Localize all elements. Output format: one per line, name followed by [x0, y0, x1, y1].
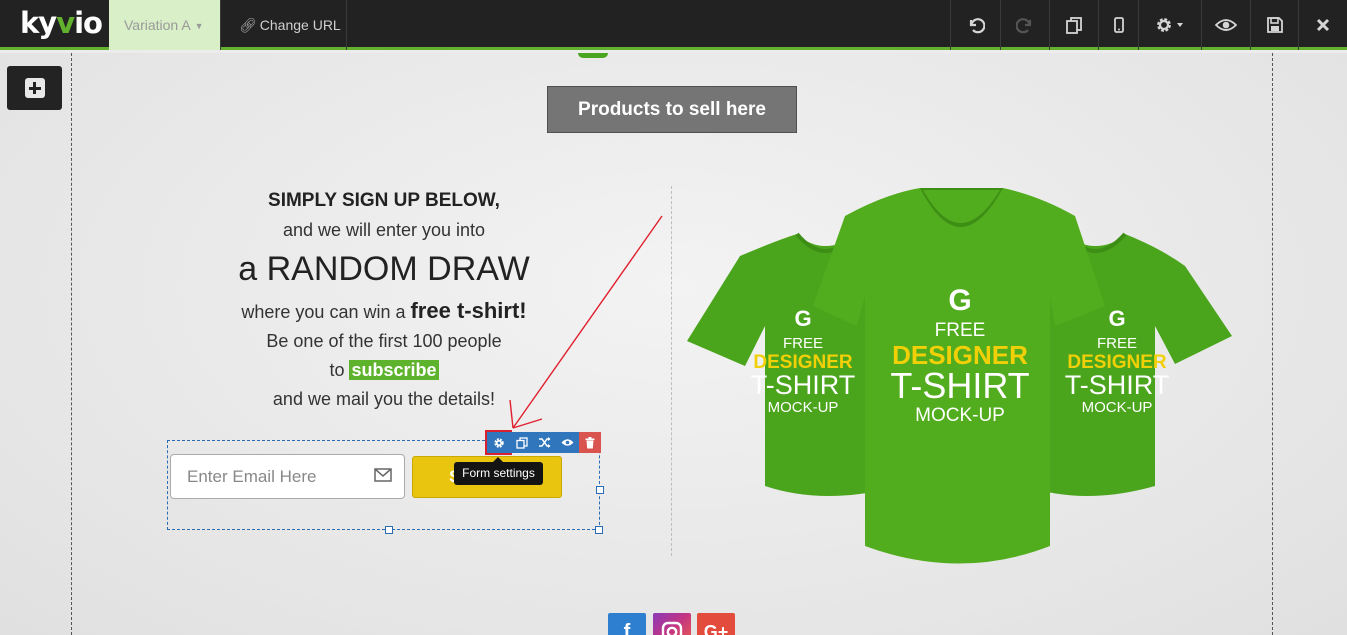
print-mockup-left: MOCK-UP [768, 399, 839, 416]
logo-text-v: v [56, 6, 75, 40]
copy-win-shirt[interactable]: where you can win a free t-shirt! [170, 298, 598, 324]
delete-element-button[interactable] [579, 432, 601, 453]
column-divider [671, 186, 672, 556]
shuffle-element-button[interactable] [533, 432, 556, 453]
right-print-logo-g: G [1108, 306, 1125, 331]
settings-icon [1157, 18, 1183, 32]
undo-button[interactable] [950, 0, 1000, 50]
save-button[interactable] [1250, 0, 1298, 50]
element-toolbar [485, 430, 601, 455]
duplicate-pages-icon [1066, 17, 1082, 34]
print-free-left: FREE [783, 335, 823, 352]
print-free: FREE [935, 320, 986, 341]
print-tshirt-left: T-SHIRT [751, 370, 856, 400]
resize-handle-right[interactable] [596, 486, 604, 494]
save-icon [1266, 17, 1283, 33]
google-plus-icon[interactable]: G+ [697, 613, 735, 635]
instagram-glyph [661, 621, 683, 635]
copy-icon [515, 436, 528, 449]
headline-sign-up[interactable]: SIMPLY SIGN UP BELOW, [170, 190, 598, 212]
change-url-button[interactable]: 🔗︎ Change URL [222, 0, 347, 50]
email-placeholder: Enter Email Here [187, 467, 317, 486]
logo-text-b: io [74, 6, 103, 40]
print-free-right: FREE [1097, 335, 1137, 352]
close-editor-button[interactable] [1298, 0, 1347, 50]
visibility-button[interactable] [556, 432, 579, 453]
email-input[interactable]: Enter Email Here [170, 454, 405, 499]
facebook-icon[interactable]: f [608, 613, 646, 635]
copy-enter-you[interactable]: and we will enter you into [170, 220, 598, 241]
copy-free-tshirt: free t-shirt! [410, 298, 527, 323]
resize-handle-bottom[interactable] [385, 526, 393, 534]
eye-icon [561, 439, 574, 446]
decorative-shape [578, 53, 608, 58]
envelope-icon [374, 468, 392, 482]
content-guide-left [71, 53, 72, 635]
headline-random-draw[interactable]: a RANDOM DRAW [170, 250, 598, 289]
copy-to: to [329, 360, 350, 380]
print-tshirt-right: T-SHIRT [1065, 370, 1170, 400]
content-guide-right [1272, 53, 1273, 635]
print-tshirt: T-SHIRT [890, 365, 1029, 406]
gear-icon [493, 437, 504, 448]
products-button[interactable]: Products to sell here [547, 86, 797, 133]
left-print-logo-g: G [794, 306, 811, 331]
instagram-icon[interactable] [653, 613, 691, 635]
change-url-label: Change URL [259, 17, 341, 33]
kyvio-logo[interactable]: kyvio [20, 6, 103, 40]
redo-button[interactable] [1000, 0, 1049, 50]
redo-icon [1016, 18, 1032, 34]
print-mockup: MOCK-UP [915, 405, 1005, 426]
copy-element-button[interactable] [510, 432, 533, 453]
copy-mail-details[interactable]: and we mail you the details! [170, 389, 598, 410]
print-mockup-right: MOCK-UP [1082, 399, 1153, 416]
form-settings-button[interactable] [485, 430, 512, 455]
copy-win-prefix: where you can win a [241, 302, 411, 322]
preview-eye-icon [1215, 19, 1237, 31]
trash-icon [585, 436, 595, 448]
subscribe-highlight: subscribe [349, 360, 439, 380]
copy-subscribe[interactable]: to subscribe [170, 360, 598, 381]
variation-dropdown[interactable]: Variation A ▼ [109, 0, 221, 50]
logo-text-a: ky [20, 6, 57, 40]
form-settings-tooltip: Form settings [454, 457, 543, 485]
plus-icon [24, 78, 45, 98]
variation-label: Variation A [124, 17, 191, 33]
page-settings-dropdown[interactable] [1138, 0, 1201, 50]
undo-icon [969, 18, 985, 34]
link-icon: 🔗︎ [239, 17, 257, 33]
mobile-preview-icon [1113, 17, 1124, 33]
tshirts-mockup-image: G FREE DESIGNER T-SHIRT MOCK-UP G FREE D… [687, 188, 1232, 564]
shuffle-icon [539, 437, 551, 448]
editor-toolbar: kyvio Variation A ▼ 🔗︎ Change URL [0, 0, 1347, 50]
center-print-logo-g: G [948, 284, 971, 317]
mobile-preview-button[interactable] [1098, 0, 1138, 50]
add-element-button[interactable] [7, 66, 62, 110]
duplicate-pages-button[interactable] [1049, 0, 1098, 50]
copy-first-100[interactable]: Be one of the first 100 people [170, 331, 598, 352]
caret-down-icon: ▼ [194, 21, 204, 32]
resize-handle-corner[interactable] [595, 526, 603, 534]
preview-button[interactable] [1201, 0, 1250, 50]
close-icon [1316, 18, 1330, 32]
